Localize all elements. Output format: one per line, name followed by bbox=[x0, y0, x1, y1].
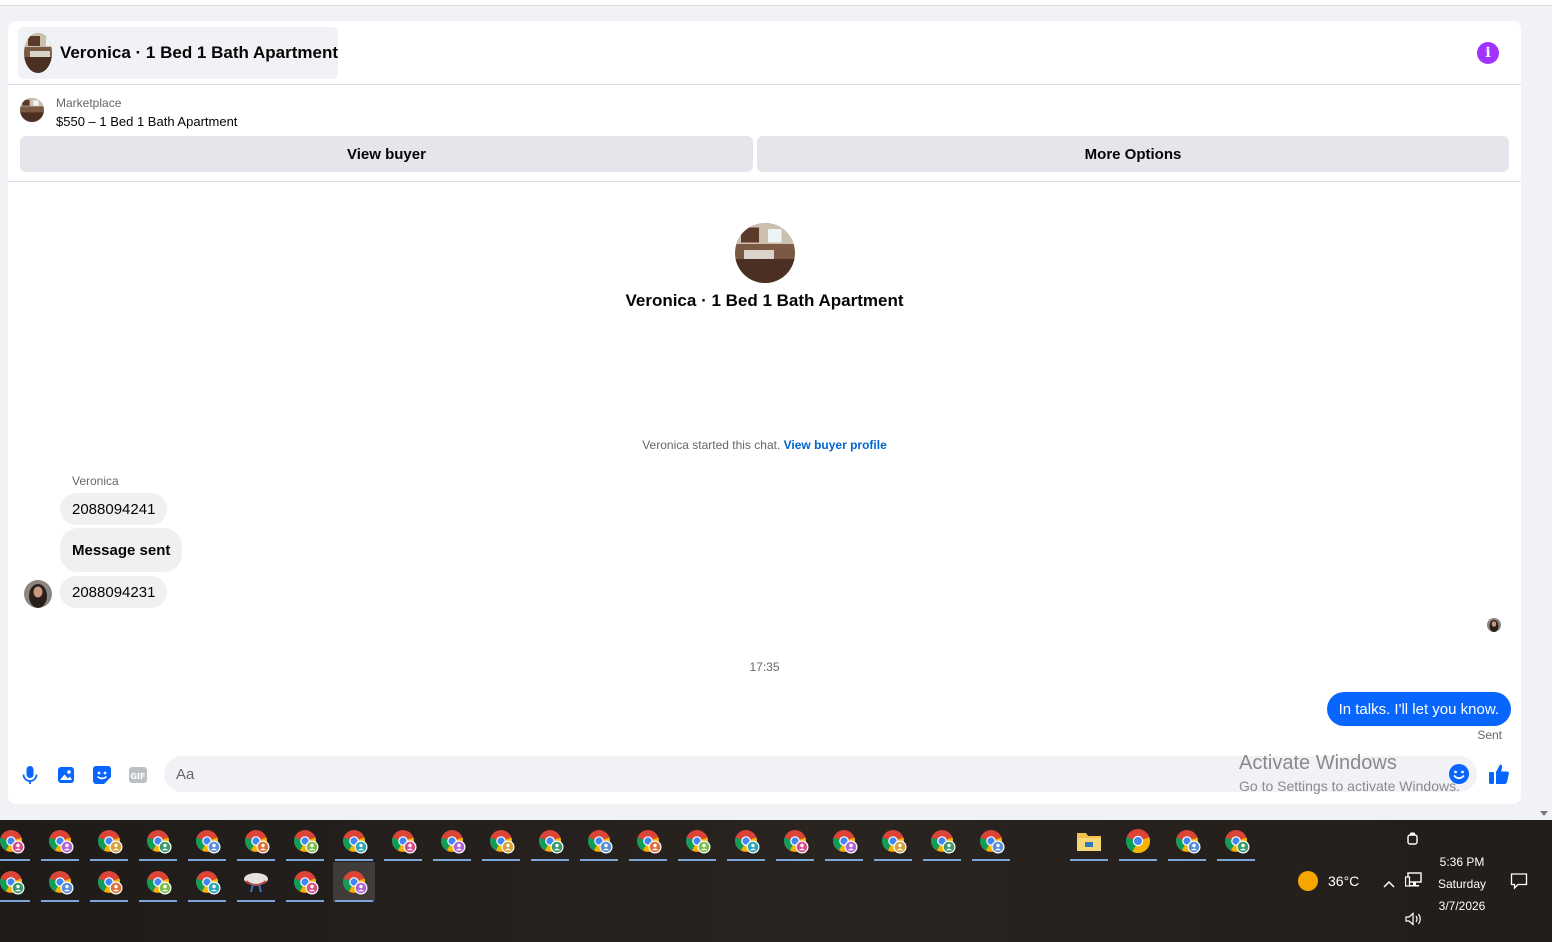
chrome-profile-icon[interactable] bbox=[88, 862, 130, 902]
chrome-profile-icon[interactable] bbox=[921, 821, 963, 861]
intro-name: Veronica · 1 Bed 1 Bath Apartment bbox=[625, 291, 904, 310]
chrome-profile-icon[interactable] bbox=[970, 821, 1012, 861]
chrome-profile-icon[interactable] bbox=[529, 821, 571, 861]
info-icon[interactable]: i bbox=[1477, 42, 1499, 64]
volume-icon[interactable] bbox=[1405, 912, 1423, 931]
conversation-title: Veronica · 1 Bed 1 Bath Apartment bbox=[59, 43, 338, 62]
chrome-profile-icon[interactable] bbox=[186, 862, 228, 902]
file-explorer-icon[interactable] bbox=[1068, 821, 1110, 861]
chrome-profile-icon[interactable] bbox=[774, 821, 816, 861]
clock-day: Saturday bbox=[1437, 877, 1487, 891]
read-receipt-avatar bbox=[1487, 618, 1501, 632]
microphone-icon[interactable] bbox=[19, 764, 41, 786]
chrome-profile-icon[interactable] bbox=[676, 821, 718, 861]
chrome-profile-icon[interactable] bbox=[88, 821, 130, 861]
chrome-profile-icon[interactable] bbox=[431, 821, 473, 861]
chrome-profile-icon[interactable] bbox=[480, 821, 522, 861]
chat-started-text: Veronica started this chat. bbox=[642, 438, 784, 452]
view-buyer-profile-link[interactable]: View buyer profile bbox=[784, 438, 887, 452]
incoming-message[interactable]: 2088094231 bbox=[60, 576, 168, 608]
chrome-profile-icon[interactable] bbox=[137, 862, 179, 902]
sender-avatar[interactable] bbox=[24, 580, 52, 608]
clock-date: 3/7/2026 bbox=[1438, 899, 1486, 913]
emoji-icon[interactable] bbox=[1448, 763, 1470, 785]
chrome-profile-icon[interactable] bbox=[39, 821, 81, 861]
chrome-profile-icon[interactable] bbox=[382, 821, 424, 861]
sender-name: Veronica bbox=[72, 474, 119, 488]
top-strip bbox=[0, 0, 1552, 6]
listing-title[interactable]: $550 – 1 Bed 1 Bath Apartment bbox=[56, 114, 237, 129]
marketplace-listing-bar: Marketplace $550 – 1 Bed 1 Bath Apartmen… bbox=[8, 86, 1521, 182]
conversation-title-button[interactable]: Veronica · 1 Bed 1 Bath Apartment bbox=[18, 27, 338, 79]
gif-icon[interactable]: GIF bbox=[127, 764, 149, 786]
incoming-message[interactable]: Message sent bbox=[60, 528, 183, 572]
message-input[interactable] bbox=[164, 756, 1477, 792]
chrome-profile-icon[interactable] bbox=[627, 821, 669, 861]
chrome-profile-icon[interactable] bbox=[1215, 821, 1257, 861]
chevron-up-icon[interactable] bbox=[1382, 876, 1396, 894]
sun-icon bbox=[1298, 871, 1318, 891]
scroll-down-arrow-icon[interactable] bbox=[1539, 805, 1549, 816]
chrome-profile-icon[interactable] bbox=[235, 821, 277, 861]
chrome-profile-icon[interactable] bbox=[333, 821, 375, 861]
clock[interactable]: 5:36 PM Saturday 3/7/2026 bbox=[1430, 851, 1494, 917]
more-options-button[interactable]: More Options bbox=[757, 136, 1509, 172]
chrome-profile-icon[interactable] bbox=[186, 821, 228, 861]
app-icon[interactable] bbox=[235, 862, 277, 902]
outgoing-message[interactable]: In talks. I'll let you know. bbox=[1326, 692, 1511, 726]
chrome-profile-icon[interactable] bbox=[284, 862, 326, 902]
weather-widget[interactable]: 36°C bbox=[1298, 871, 1359, 891]
clock-time: 5:36 PM bbox=[1439, 855, 1485, 869]
chat-started-notice: Veronica started this chat. View buyer p… bbox=[8, 438, 1521, 452]
chrome-profile-icon[interactable] bbox=[725, 821, 767, 861]
photo-icon[interactable] bbox=[55, 764, 77, 786]
chrome-profile-icon[interactable] bbox=[0, 862, 32, 902]
time-separator: 17:35 bbox=[749, 660, 780, 674]
chrome-profile-icon[interactable] bbox=[137, 821, 179, 861]
conversation-header: Veronica · 1 Bed 1 Bath Apartment i bbox=[8, 21, 1521, 85]
chrome-profile-icon[interactable] bbox=[872, 821, 914, 861]
view-buyer-button[interactable]: View buyer bbox=[20, 136, 753, 172]
conversation-panel: Veronica · 1 Bed 1 Bath Apartment i Mark… bbox=[8, 21, 1521, 804]
chrome-profile-icon[interactable] bbox=[1166, 821, 1208, 861]
listing-avatar bbox=[24, 33, 52, 73]
intro-avatar bbox=[735, 223, 795, 283]
network-icon[interactable] bbox=[1404, 872, 1423, 893]
weather-temperature: 36°C bbox=[1328, 873, 1360, 889]
marketplace-label: Marketplace bbox=[56, 96, 122, 110]
chrome-profile-icon[interactable] bbox=[333, 862, 375, 902]
chrome-profile-icon[interactable] bbox=[823, 821, 865, 861]
chrome-profile-icon[interactable] bbox=[39, 862, 81, 902]
meet-now-icon[interactable] bbox=[1406, 832, 1420, 851]
notification-icon[interactable] bbox=[1510, 872, 1528, 895]
windows-taskbar: 36°C 5:36 PM Saturday 3/7/2026 bbox=[0, 820, 1552, 942]
sent-status: Sent bbox=[1477, 728, 1502, 742]
chrome-profile-icon[interactable] bbox=[0, 821, 32, 861]
sticker-icon[interactable] bbox=[91, 764, 113, 786]
chrome-profile-icon[interactable] bbox=[284, 821, 326, 861]
chrome-icon[interactable] bbox=[1117, 821, 1159, 861]
chrome-profile-icon[interactable] bbox=[578, 821, 620, 861]
listing-thumbnail[interactable] bbox=[20, 98, 44, 122]
incoming-message[interactable]: 2088094241 bbox=[60, 493, 168, 525]
thumbs-up-icon[interactable] bbox=[1487, 762, 1511, 786]
svg-text:GIF: GIF bbox=[130, 772, 145, 781]
